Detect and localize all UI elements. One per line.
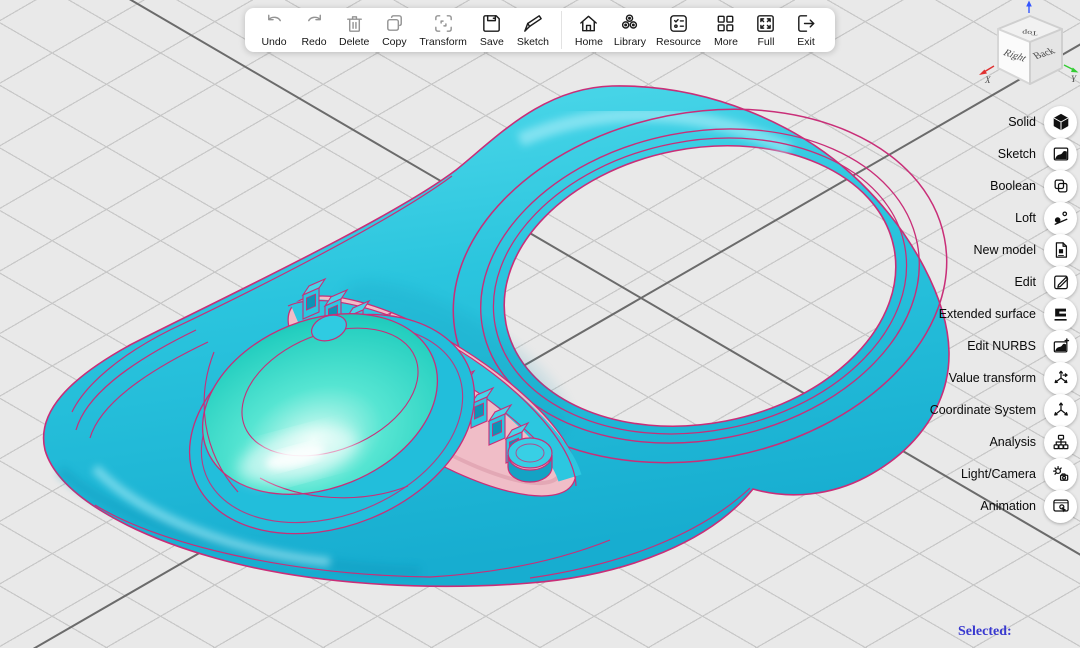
edit-pencil-icon [1044,266,1077,299]
toolbar-label: Delete [339,36,369,48]
more-button[interactable]: More [706,11,746,49]
sidebar-item-label: Boolean [990,179,1036,193]
analysis-icon [1044,426,1077,459]
sidebar-item-label: Light/Camera [961,467,1036,481]
toolbar-label: Home [575,36,603,48]
axis-z-arrow [1026,1,1032,14]
loft-icon [1044,202,1077,235]
light-camera-icon [1044,458,1077,491]
home-button[interactable]: Home [569,11,609,49]
edit-nurbs-icon [1044,330,1077,363]
sketch-button[interactable]: Sketch [512,11,554,49]
sidebar-item-solid[interactable]: Solid [930,106,1077,138]
sidebar-item-animation[interactable]: Animation [930,490,1077,522]
exit-button[interactable]: Exit [786,11,826,49]
copy-icon [383,12,406,35]
toolbar-label: Undo [261,36,286,48]
axis-y-label: Y [1071,74,1077,84]
sidebar-item-label: Sketch [998,147,1036,161]
toolbar-divider [561,11,562,49]
view-cube-top-label: Top [1022,29,1038,37]
sidebar-item-label: New model [973,243,1036,257]
transform-button[interactable]: Transform [414,11,471,49]
sketch-surface-icon [1044,138,1077,171]
sidebar-item-coordinate-system[interactable]: Coordinate System [930,394,1077,426]
sidebar-item-edit[interactable]: Edit [930,266,1077,298]
animation-icon [1044,490,1077,523]
sidebar-item-label: Animation [980,499,1036,513]
undo-button[interactable]: Undo [254,11,294,49]
boolean-icon [1044,170,1077,203]
extended-surface-icon [1044,298,1077,331]
toolbar-label: Exit [797,36,815,48]
sidebar-item-analysis[interactable]: Analysis [930,426,1077,458]
new-model-icon [1044,234,1077,267]
coordinate-system-icon [1044,394,1077,427]
axis-x-label: X [984,75,991,85]
sidebar-item-label: Loft [1015,211,1036,225]
undo-icon [263,12,286,35]
sidebar-item-sketch[interactable]: Sketch [930,138,1077,170]
model-body[interactable] [44,86,949,586]
library-button[interactable]: Library [609,11,651,49]
sidebar-item-label: Coordinate System [930,403,1036,417]
toolbar-label: Transform [419,36,466,48]
tools-sidebar: Solid Sketch Boolean Loft New model [930,106,1077,522]
sidebar-item-edit-nurbs[interactable]: Edit NURBS [930,330,1077,362]
save-button[interactable]: Save [472,11,512,49]
cad-app-window: { "toolbar": { "items": [ {"label":"Undo… [0,0,1080,648]
toolbar-label: Redo [301,36,326,48]
sketch-pen-icon [521,12,544,35]
toolbar-label: Save [480,36,504,48]
sidebar-item-label: Value transform [949,371,1036,385]
axis-x-arrow: X [979,66,994,85]
sidebar-item-label: Edit NURBS [967,339,1036,353]
toolbar-label: Copy [382,36,407,48]
toolbar-label: Library [614,36,646,48]
library-icon [618,12,641,35]
sidebar-item-boolean[interactable]: Boolean [930,170,1077,202]
resource-button[interactable]: Resource [651,11,706,49]
delete-icon [343,12,366,35]
sidebar-item-label: Solid [1008,115,1036,129]
sidebar-item-label: Analysis [989,435,1036,449]
view-cube[interactable]: Top Right Back X Y [968,0,1080,96]
toolbar-label: More [714,36,738,48]
status-selected-label: Selected: [958,624,1012,640]
sidebar-item-extended-surface[interactable]: Extended surface [930,298,1077,330]
toolbar-label: Full [758,36,775,48]
sidebar-item-label: Extended surface [939,307,1036,321]
toolbar-label: Sketch [517,36,549,48]
sidebar-item-loft[interactable]: Loft [930,202,1077,234]
delete-button[interactable]: Delete [334,11,374,49]
model-3d-viewport[interactable] [0,0,1080,648]
top-toolbar: Undo Redo Delete Copy Transform Save Ske… [245,8,835,52]
track-pin-right [508,438,552,468]
fullscreen-icon [754,12,777,35]
axis-y-arrow: Y [1064,65,1079,84]
more-grid-icon [714,12,737,35]
sidebar-item-light-camera[interactable]: Light/Camera [930,458,1077,490]
save-icon [480,12,503,35]
sidebar-item-label: Edit [1014,275,1036,289]
exit-icon [794,12,817,35]
sidebar-item-new-model[interactable]: New model [930,234,1077,266]
copy-button[interactable]: Copy [374,11,414,49]
full-button[interactable]: Full [746,11,786,49]
toolbar-label: Resource [656,36,701,48]
resource-icon [667,12,690,35]
transform-icon [432,12,455,35]
redo-icon [303,12,326,35]
value-transform-icon [1044,362,1077,395]
sidebar-item-value-transform[interactable]: Value transform [930,362,1077,394]
redo-button[interactable]: Redo [294,11,334,49]
home-icon [577,12,600,35]
solid-cube-icon [1044,106,1077,139]
